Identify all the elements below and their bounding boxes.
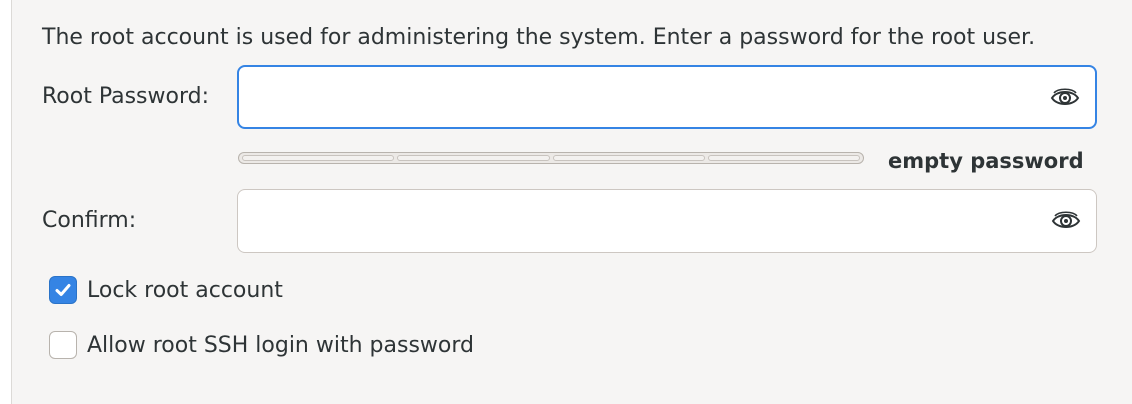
lock-root-checkbox[interactable] [49, 276, 77, 304]
allow-ssh-checkbox-row[interactable]: Allow root SSH login with password [49, 331, 474, 359]
root-password-field[interactable] [237, 65, 1097, 129]
eye-icon[interactable] [1049, 84, 1081, 112]
password-strength-text: empty password [888, 149, 1084, 173]
root-account-panel: The root account is used for administeri… [11, 0, 1132, 404]
allow-ssh-label: Allow root SSH login with password [87, 332, 474, 358]
root-password-input[interactable] [253, 75, 1037, 121]
strength-segment [552, 155, 705, 161]
confirm-password-input[interactable] [252, 198, 1036, 244]
checkmark-icon [55, 284, 71, 296]
strength-segment [242, 155, 395, 161]
eye-icon[interactable] [1050, 207, 1082, 235]
intro-text: The root account is used for administeri… [42, 25, 1036, 50]
allow-ssh-checkbox[interactable] [49, 331, 77, 359]
lock-root-checkbox-row[interactable]: Lock root account [49, 276, 283, 304]
strength-segment [397, 155, 550, 161]
password-strength-meter [238, 152, 864, 164]
root-password-label: Root Password: [42, 84, 210, 109]
strength-segment [707, 155, 860, 161]
lock-root-label: Lock root account [87, 277, 283, 303]
confirm-password-field[interactable] [237, 189, 1097, 253]
confirm-label: Confirm: [42, 208, 137, 233]
